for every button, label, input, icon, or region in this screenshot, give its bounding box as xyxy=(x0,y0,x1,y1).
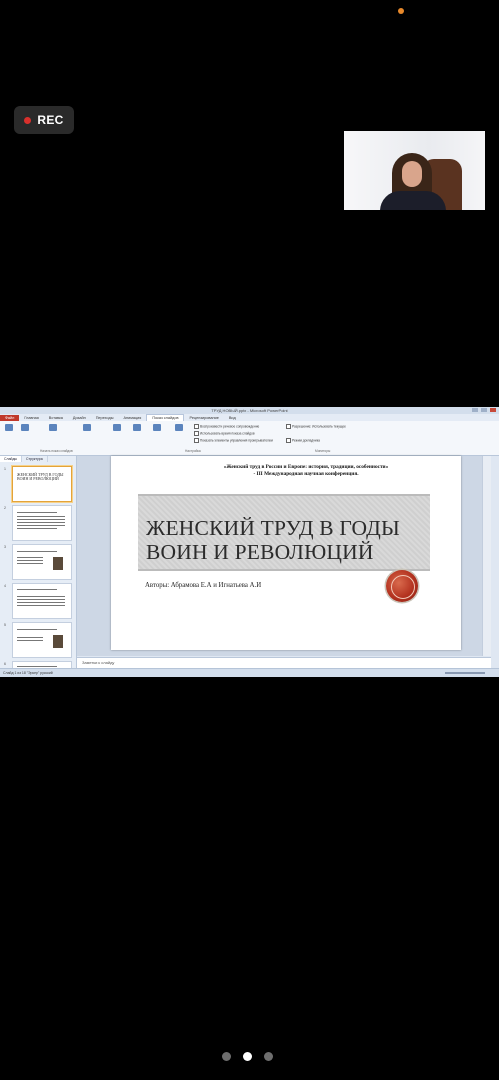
slides-panel: Слайды Структура 1 ЖЕНСКИЙ ТРУД В ГОДЫ В… xyxy=(0,456,77,677)
recording-badge: REC xyxy=(14,106,74,134)
minimize-icon[interactable] xyxy=(472,408,478,412)
page-dot-1[interactable] xyxy=(222,1052,231,1061)
video-person-body xyxy=(380,191,446,210)
slide-thumbnail-1[interactable]: 1 ЖЕНСКИЙ ТРУД В ГОДЫ ВОИН И РЕВОЛЮЦИЙ xyxy=(4,466,72,502)
group-label-setup: Настройка xyxy=(185,449,201,453)
group-label-monitors: Мониторы xyxy=(315,449,331,453)
from-beginning-button[interactable] xyxy=(2,424,16,432)
ribbon-toolbar: Воспроизвести речевое сопровождение Испо… xyxy=(0,421,499,456)
window-controls xyxy=(472,408,496,412)
thumbnail-photo xyxy=(53,635,63,648)
monitor-resolution-select[interactable]: Разрешение: Использовать текущее xyxy=(286,424,346,429)
checkbox-timings[interactable]: Использовать время показа слайдов xyxy=(194,431,255,436)
status-indicator-dot xyxy=(398,8,404,14)
notes-pane[interactable]: Заметки к слайду xyxy=(77,657,491,668)
hide-slide-button[interactable] xyxy=(130,424,144,432)
close-icon[interactable] xyxy=(490,408,496,412)
window-titlebar: ТРУД НОВЫЙ.pptx - Microsoft PowerPoint xyxy=(0,407,499,414)
thumbnail-title: ЖЕНСКИЙ ТРУД В ГОДЫ ВОИН И РЕВОЛЮЦИЙ xyxy=(17,472,64,481)
tab-outline[interactable]: Структура xyxy=(22,456,48,462)
slides-panel-tabs: Слайды Структура xyxy=(0,456,76,462)
checkbox-narrations[interactable]: Воспроизвести речевое сопровождение xyxy=(194,424,259,429)
record-slideshow-button[interactable] xyxy=(172,424,186,432)
tab-slides[interactable]: Слайды xyxy=(0,456,23,462)
slideshow-current-icon xyxy=(21,424,29,431)
page-dot-2-active[interactable] xyxy=(243,1052,252,1061)
vertical-scrollbar[interactable] xyxy=(482,456,491,656)
group-label-start: Начать показ слайдов xyxy=(40,449,73,453)
rehearse-timings-button[interactable] xyxy=(150,424,164,432)
custom-show-icon xyxy=(83,424,91,431)
page-dot-3[interactable] xyxy=(264,1052,273,1061)
conference-subtitle: - III Международная научная конференция. xyxy=(253,471,359,477)
hide-slide-icon xyxy=(133,424,141,431)
participant-video-thumbnail[interactable] xyxy=(344,131,485,210)
tab-slide-show[interactable]: Показ слайдов xyxy=(146,414,185,421)
slide-thumbnail-4[interactable]: 4 xyxy=(4,583,72,619)
setup-icon xyxy=(113,424,121,431)
setup-slideshow-button[interactable] xyxy=(110,424,124,432)
slide-thumbnail-3[interactable]: 3 xyxy=(4,544,72,580)
slide-authors: Авторы: Абрамова Е.А и Игнатьева А.И xyxy=(145,582,262,589)
record-icon xyxy=(175,424,183,431)
slide-editor: «Женский труд в России и Европе: история… xyxy=(77,456,491,656)
broadcast-icon xyxy=(49,424,57,431)
record-dot-icon xyxy=(24,116,32,124)
wax-seal-icon xyxy=(386,570,418,602)
status-text: Слайд 1 из 18 "Эркер" русский xyxy=(3,671,53,675)
current-slide[interactable]: «Женский труд в России и Европе: история… xyxy=(111,456,461,650)
shared-screen-powerpoint: ТРУД НОВЫЙ.pptx - Microsoft PowerPoint Ф… xyxy=(0,407,499,677)
checkbox-presenter-view[interactable]: Режим докладчика xyxy=(286,438,320,443)
ribbon-tabs: Файл Главная Вставка Дизайн Переходы Ани… xyxy=(0,414,499,421)
slide-thumbnail-2[interactable]: 2 xyxy=(4,505,72,541)
checkbox-media-controls[interactable]: Показать элементы управления проигрывате… xyxy=(194,438,273,443)
broadcast-button[interactable] xyxy=(46,424,60,432)
page-indicator xyxy=(222,1052,273,1061)
from-current-slide-button[interactable] xyxy=(18,424,32,432)
thumbnail-photo xyxy=(53,557,63,570)
recording-label: REC xyxy=(37,113,64,127)
slide-title: ЖЕНСКИЙ ТРУД В ГОДЫ ВОИН И РЕВОЛЮЦИЙ xyxy=(146,516,400,564)
maximize-icon[interactable] xyxy=(481,408,487,412)
status-bar: Слайд 1 из 18 "Эркер" русский xyxy=(0,668,499,677)
conference-title: «Женский труд в России и Европе: история… xyxy=(223,464,389,470)
zoom-slider[interactable] xyxy=(445,672,485,674)
slideshow-start-icon xyxy=(5,424,13,431)
slide-thumbnail-5[interactable]: 5 xyxy=(4,622,72,658)
window-title: ТРУД НОВЫЙ.pptx - Microsoft PowerPoint xyxy=(211,408,288,413)
custom-show-button[interactable] xyxy=(80,424,94,432)
rehearse-icon xyxy=(153,424,161,431)
notes-placeholder: Заметки к слайду xyxy=(82,660,115,665)
video-person-face xyxy=(402,161,422,187)
